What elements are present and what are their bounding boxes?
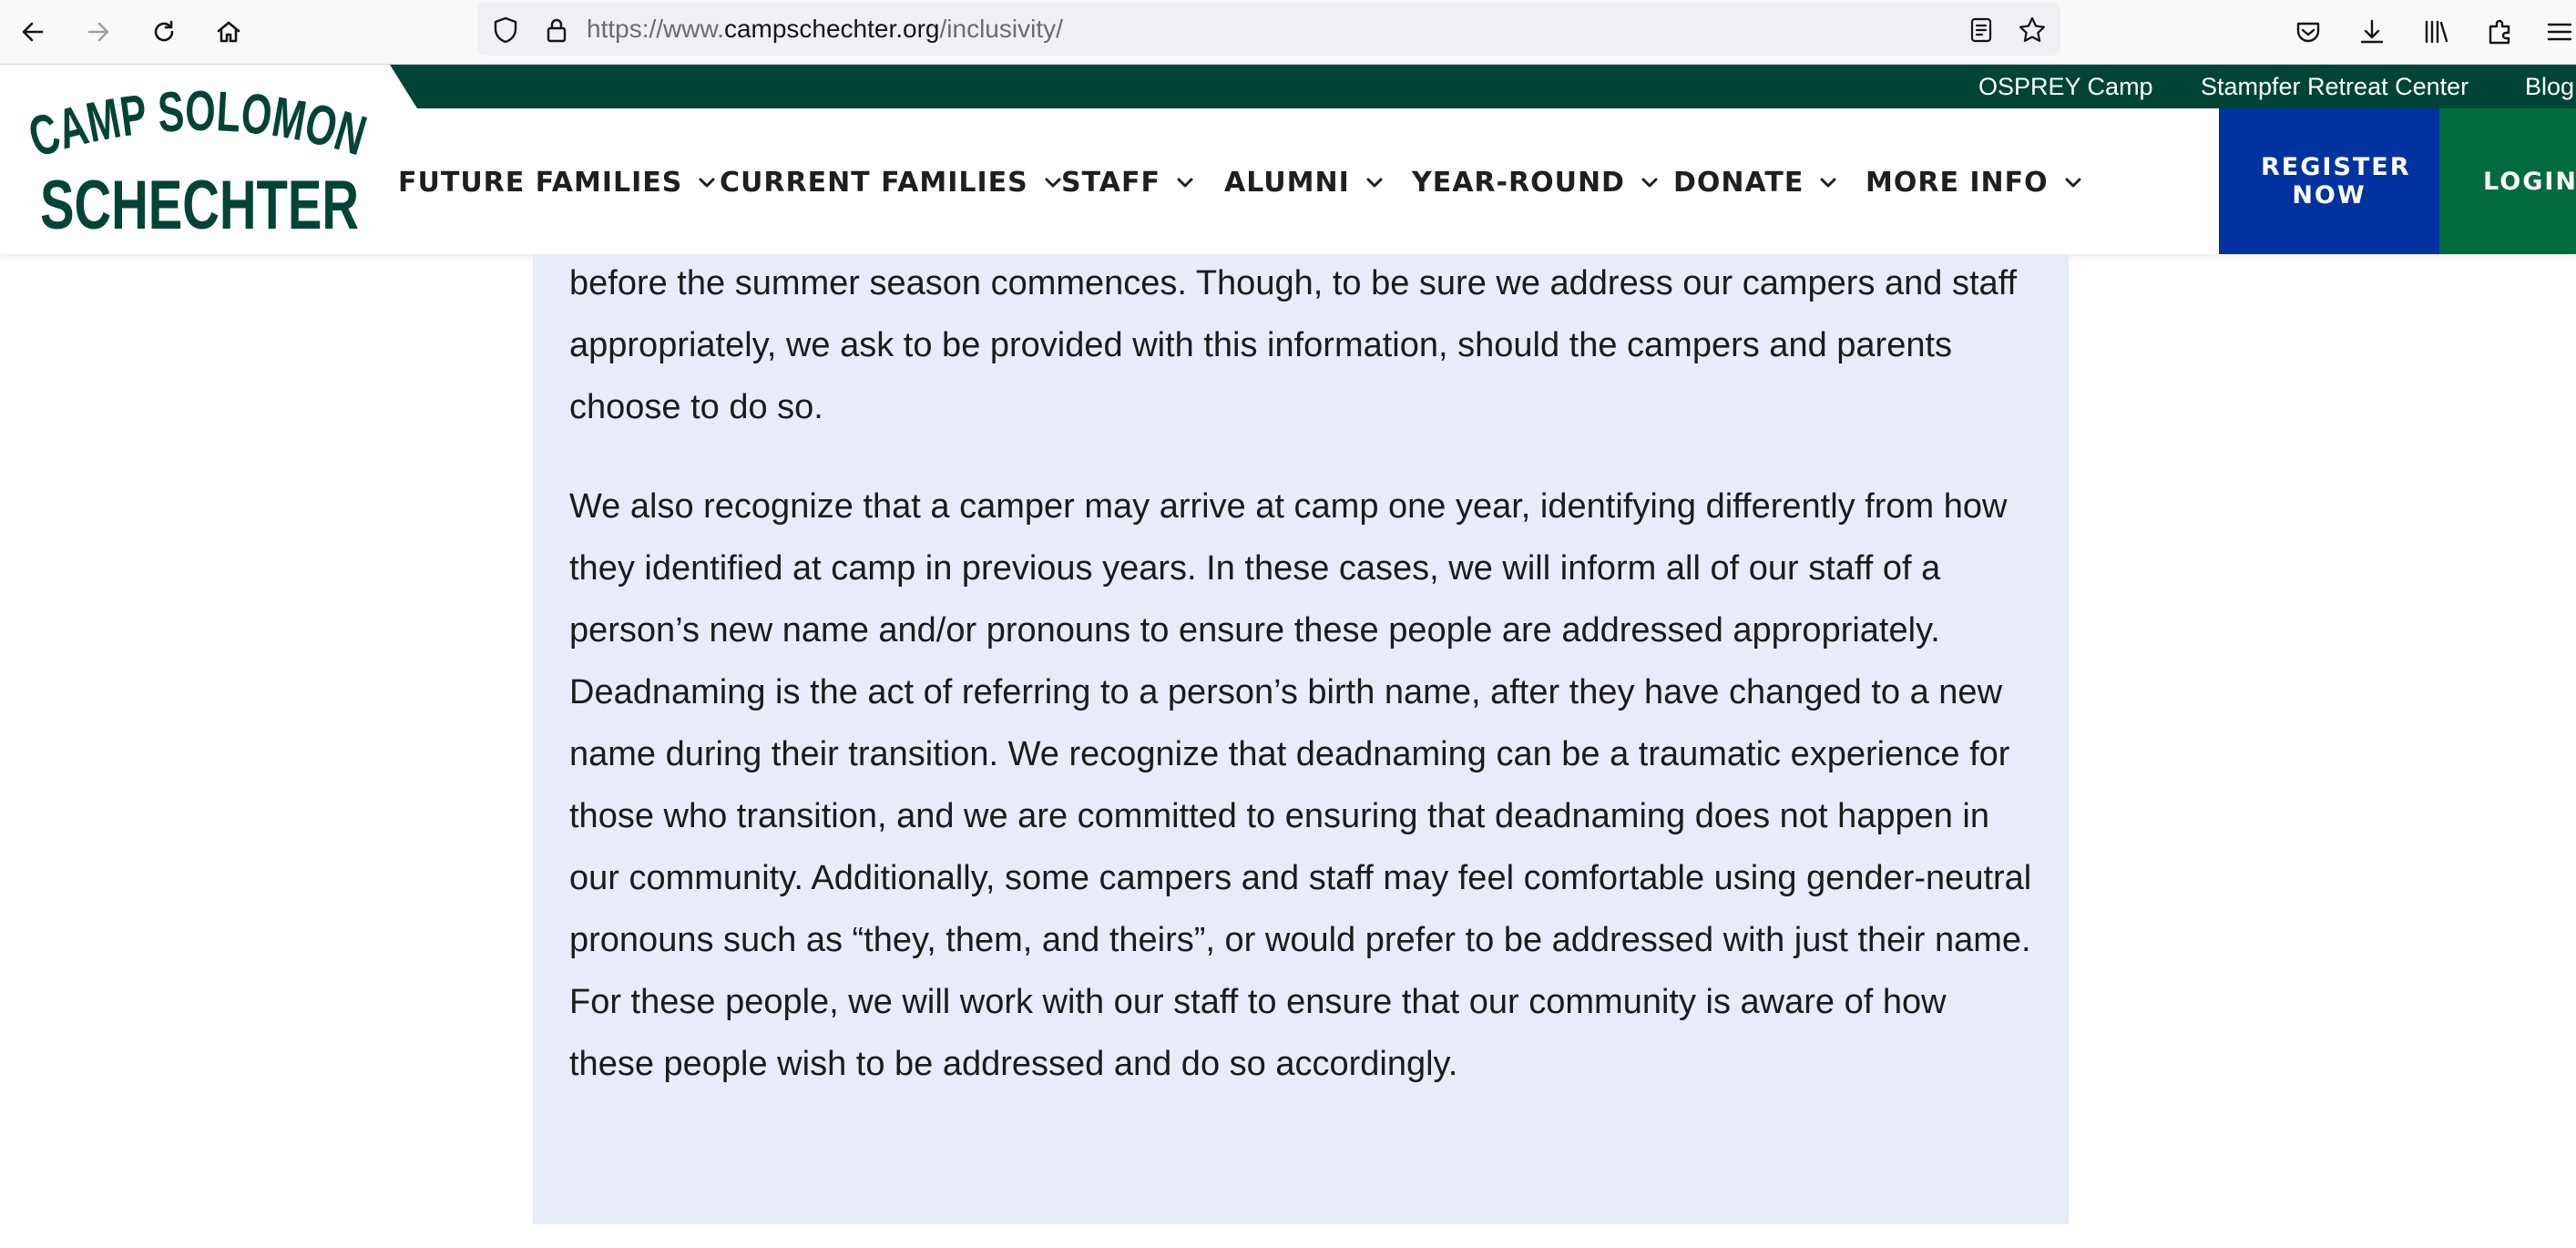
chevron-down-icon xyxy=(1366,178,1383,188)
content-paragraph-1: before the summer season commences. Thou… xyxy=(569,252,2036,438)
utility-link-blog[interactable]: Blog xyxy=(2525,71,2574,102)
paragraph-text: before the summer season commences. Thou… xyxy=(569,264,2018,426)
nav-label: CURRENT FAMILIES xyxy=(720,166,1028,199)
logo-line-2: SCHECHTER xyxy=(40,167,359,240)
chevron-down-icon xyxy=(1177,178,1193,188)
url-text[interactable]: https://www.campschechter.org/inclusivit… xyxy=(587,15,1063,44)
paragraph-text: We also recognize that a camper may arri… xyxy=(569,487,2032,1083)
bookmark-star-icon[interactable] xyxy=(2017,15,2048,46)
nav-more-info[interactable]: MORE INFO xyxy=(1866,162,2083,202)
utility-link-osprey-camp[interactable]: OSPREY Camp xyxy=(1978,71,2153,102)
chevron-down-icon xyxy=(1641,178,1658,188)
browser-toolbar: https://www.campschechter.org/inclusivit… xyxy=(0,0,2576,65)
login-label: LOGIN xyxy=(2483,167,2576,196)
forward-icon[interactable] xyxy=(80,14,117,50)
chevron-down-icon xyxy=(2065,178,2081,188)
reader-view-icon[interactable] xyxy=(1966,15,1997,46)
register-now-button[interactable]: REGISTER NOW xyxy=(2219,108,2439,254)
utility-link-stampfer-retreat-center[interactable]: Stampfer Retreat Center xyxy=(2201,71,2469,102)
nav-label: MORE INFO xyxy=(1866,166,2049,199)
reload-icon[interactable] xyxy=(146,14,182,50)
download-icon[interactable] xyxy=(2354,14,2390,50)
nav-label: FUTURE FAMILIES xyxy=(398,166,683,199)
register-label: REGISTER NOW xyxy=(2261,153,2411,210)
login-button[interactable]: LOGIN xyxy=(2439,108,2576,254)
back-icon[interactable] xyxy=(15,14,51,50)
utility-bar xyxy=(390,65,2576,108)
menu-icon[interactable] xyxy=(2541,14,2576,50)
nav-label: STAFF xyxy=(1061,166,1160,199)
extensions-icon[interactable] xyxy=(2481,14,2518,50)
chevron-down-icon xyxy=(1820,178,1836,188)
nav-future-families[interactable]: FUTURE FAMILIES xyxy=(398,162,717,202)
pocket-icon[interactable] xyxy=(2290,14,2326,50)
svg-text:CAMP SOLOMON: CAMP SOLOMON xyxy=(27,85,373,169)
home-icon[interactable] xyxy=(210,14,247,50)
url-path: /inclusivity/ xyxy=(939,15,1063,43)
content-paragraph-2: We also recognize that a camper may arri… xyxy=(569,476,2036,1095)
nav-label: DONATE xyxy=(1673,166,1804,199)
library-icon[interactable] xyxy=(2418,14,2454,50)
url-prefix: https://www. xyxy=(587,15,724,43)
nav-year-round[interactable]: YEAR-ROUND xyxy=(1412,162,1660,202)
site-logo[interactable]: CAMP SOLOMON SCHECHTER xyxy=(22,80,373,244)
nav-alumni[interactable]: ALUMNI xyxy=(1224,162,1385,202)
site-header: OSPREY Camp Stampfer Retreat Center Blog… xyxy=(0,65,2576,254)
url-bar[interactable]: https://www.campschechter.org/inclusivit… xyxy=(477,3,2060,56)
url-host: campschechter.org xyxy=(723,15,940,43)
chevron-down-icon xyxy=(1045,178,1061,188)
nav-label: ALUMNI xyxy=(1224,166,1350,199)
logo-line-1: CAMP SOLOMON xyxy=(22,80,373,169)
lock-icon[interactable] xyxy=(541,15,572,46)
nav-label: YEAR-ROUND xyxy=(1412,166,1625,199)
chevron-down-icon xyxy=(699,178,715,188)
shield-icon[interactable] xyxy=(490,15,521,46)
nav-staff[interactable]: STAFF xyxy=(1061,162,1195,202)
nav-donate[interactable]: DONATE xyxy=(1673,162,1838,202)
nav-current-families[interactable]: CURRENT FAMILIES xyxy=(720,162,1063,202)
